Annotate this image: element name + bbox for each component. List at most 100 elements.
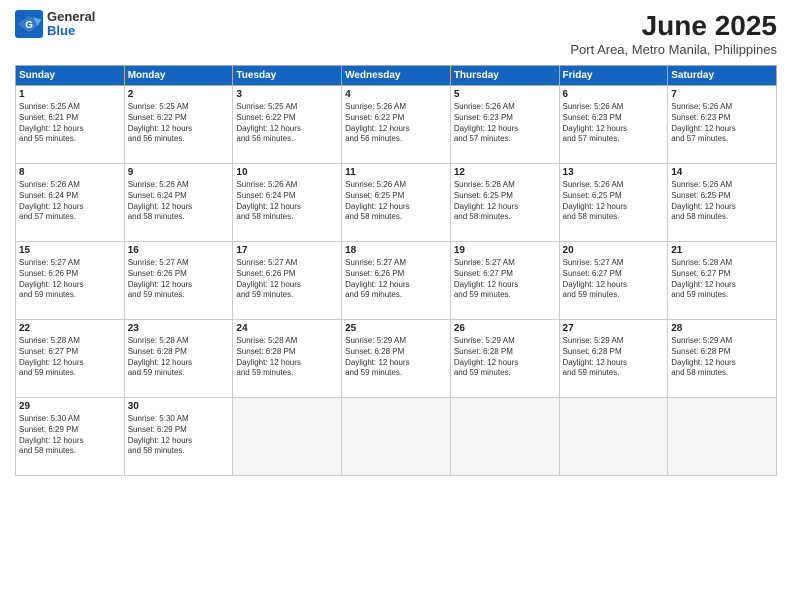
day-info: Sunrise: 5:30 AMSunset: 6:29 PMDaylight:… [19,414,121,457]
col-monday: Monday [124,66,233,86]
day-info: Sunrise: 5:30 AMSunset: 6:29 PMDaylight:… [128,414,230,457]
calendar-week-row-1: 1Sunrise: 5:25 AMSunset: 6:21 PMDaylight… [16,86,777,164]
day-number: 28 [671,323,773,334]
logo: G General Blue [15,10,95,39]
table-row: 26 Sunrise: 5:29 AMSunset: 6:28 PMDayligh… [450,320,559,398]
table-row: 1Sunrise: 5:25 AMSunset: 6:21 PMDaylight… [16,86,125,164]
table-row: 14 Sunrise: 5:26 AMSunset: 6:25 PMDayligh… [668,164,777,242]
location: Port Area, Metro Manila, Philippines [570,42,777,57]
day-info: Sunrise: 5:27 AMSunset: 6:27 PMDaylight:… [454,258,556,301]
day-info: Sunrise: 5:26 AMSunset: 6:23 PMDaylight:… [671,102,773,145]
day-number: 13 [563,167,665,178]
day-number: 4 [345,89,447,100]
table-row [342,398,451,476]
day-number: 14 [671,167,773,178]
table-row: 15 Sunrise: 5:27 AMSunset: 6:26 PMDayligh… [16,242,125,320]
day-number: 16 [128,245,230,256]
day-number: 7 [671,89,773,100]
table-row: 18Sunrise: 5:27 AMSunset: 6:26 PMDayligh… [342,242,451,320]
day-number: 21 [671,245,773,256]
day-info: Sunrise: 5:27 AMSunset: 6:26 PMDaylight:… [128,258,230,301]
table-row: 6 Sunrise: 5:26 AMSunset: 6:23 PMDaylight… [559,86,668,164]
table-row: 12Sunrise: 5:26 AMSunset: 6:25 PMDayligh… [450,164,559,242]
logo-icon: G [15,10,43,38]
table-row [668,398,777,476]
table-row: 16 Sunrise: 5:27 AMSunset: 6:26 PMDayligh… [124,242,233,320]
table-row [559,398,668,476]
day-number: 17 [236,245,338,256]
day-info: Sunrise: 5:26 AMSunset: 6:23 PMDaylight:… [454,102,556,145]
table-row: 30Sunrise: 5:30 AMSunset: 6:29 PMDayligh… [124,398,233,476]
day-number: 26 [454,323,556,334]
day-number: 24 [236,323,338,334]
day-info: Sunrise: 5:26 AMSunset: 6:23 PMDaylight:… [563,102,665,145]
calendar-week-row-3: 15 Sunrise: 5:27 AMSunset: 6:26 PMDayligh… [16,242,777,320]
day-info: Sunrise: 5:29 AMSunset: 6:28 PMDaylight:… [563,336,665,379]
day-info: Sunrise: 5:29 AMSunset: 6:28 PMDaylight:… [671,336,773,379]
day-number: 5 [454,89,556,100]
table-row: 20 Sunrise: 5:27 AMSunset: 6:27 PMDayligh… [559,242,668,320]
month-title: June 2025 [570,10,777,42]
day-info: Sunrise: 5:28 AMSunset: 6:28 PMDaylight:… [128,336,230,379]
table-row: 21Sunrise: 5:28 AMSunset: 6:27 PMDayligh… [668,242,777,320]
day-number: 6 [563,89,665,100]
day-number: 10 [236,167,338,178]
day-info: Sunrise: 5:27 AMSunset: 6:27 PMDaylight:… [563,258,665,301]
table-row [450,398,559,476]
table-row: 28 Sunrise: 5:29 AMSunset: 6:28 PMDayligh… [668,320,777,398]
day-info: Sunrise: 5:26 AMSunset: 6:22 PMDaylight:… [345,102,447,145]
day-info: Sunrise: 5:27 AMSunset: 6:26 PMDaylight:… [19,258,121,301]
col-friday: Friday [559,66,668,86]
table-row: 22Sunrise: 5:28 AMSunset: 6:27 PMDayligh… [16,320,125,398]
calendar-header-row: Sunday Monday Tuesday Wednesday Thursday… [16,66,777,86]
day-number: 27 [563,323,665,334]
svg-text:G: G [25,20,33,31]
title-block: June 2025 Port Area, Metro Manila, Phili… [570,10,777,57]
table-row: 8Sunrise: 5:26 AMSunset: 6:24 PMDaylight… [16,164,125,242]
table-row: 19 Sunrise: 5:27 AMSunset: 6:27 PMDayligh… [450,242,559,320]
day-number: 23 [128,323,230,334]
table-row: 23 Sunrise: 5:28 AMSunset: 6:28 PMDayligh… [124,320,233,398]
table-row: 9Sunrise: 5:26 AMSunset: 6:24 PMDaylight… [124,164,233,242]
table-row: 17 Sunrise: 5:27 AMSunset: 6:26 PMDayligh… [233,242,342,320]
day-info: Sunrise: 5:26 AMSunset: 6:25 PMDaylight:… [563,180,665,223]
col-saturday: Saturday [668,66,777,86]
day-number: 19 [454,245,556,256]
day-number: 22 [19,323,121,334]
table-row: 29Sunrise: 5:30 AMSunset: 6:29 PMDayligh… [16,398,125,476]
table-row: 3 Sunrise: 5:25 AMSunset: 6:22 PMDaylight… [233,86,342,164]
table-row: 27 Sunrise: 5:29 AMSunset: 6:28 PMDayligh… [559,320,668,398]
day-info: Sunrise: 5:26 AMSunset: 6:24 PMDaylight:… [236,180,338,223]
table-row [233,398,342,476]
day-number: 20 [563,245,665,256]
table-row: 2Sunrise: 5:25 AMSunset: 6:22 PMDaylight… [124,86,233,164]
day-info: Sunrise: 5:28 AMSunset: 6:28 PMDaylight:… [236,336,338,379]
day-number: 15 [19,245,121,256]
day-number: 3 [236,89,338,100]
calendar-week-row-2: 8Sunrise: 5:26 AMSunset: 6:24 PMDaylight… [16,164,777,242]
col-tuesday: Tuesday [233,66,342,86]
header: G General Blue June 2025 Port Area, Metr… [15,10,777,57]
calendar-week-row-4: 22Sunrise: 5:28 AMSunset: 6:27 PMDayligh… [16,320,777,398]
day-number: 25 [345,323,447,334]
day-info: Sunrise: 5:29 AMSunset: 6:28 PMDaylight:… [454,336,556,379]
table-row: 5 Sunrise: 5:26 AMSunset: 6:23 PMDaylight… [450,86,559,164]
table-row: 13 Sunrise: 5:26 AMSunset: 6:25 PMDayligh… [559,164,668,242]
day-info: Sunrise: 5:27 AMSunset: 6:26 PMDaylight:… [345,258,447,301]
day-info: Sunrise: 5:26 AMSunset: 6:25 PMDaylight:… [671,180,773,223]
col-sunday: Sunday [16,66,125,86]
table-row: 4 Sunrise: 5:26 AMSunset: 6:22 PMDaylight… [342,86,451,164]
day-info: Sunrise: 5:26 AMSunset: 6:25 PMDaylight:… [345,180,447,223]
table-row: 24 Sunrise: 5:28 AMSunset: 6:28 PMDayligh… [233,320,342,398]
day-info: Sunrise: 5:26 AMSunset: 6:24 PMDaylight:… [19,180,121,223]
col-thursday: Thursday [450,66,559,86]
day-info: Sunrise: 5:25 AMSunset: 6:22 PMDaylight:… [236,102,338,145]
table-row: 11Sunrise: 5:26 AMSunset: 6:25 PMDayligh… [342,164,451,242]
day-number: 12 [454,167,556,178]
calendar-table: Sunday Monday Tuesday Wednesday Thursday… [15,65,777,476]
page: G General Blue June 2025 Port Area, Metr… [0,0,792,612]
logo-blue-text: Blue [47,24,95,38]
day-number: 1 [19,89,121,100]
day-info: Sunrise: 5:29 AMSunset: 6:28 PMDaylight:… [345,336,447,379]
day-info: Sunrise: 5:27 AMSunset: 6:26 PMDaylight:… [236,258,338,301]
